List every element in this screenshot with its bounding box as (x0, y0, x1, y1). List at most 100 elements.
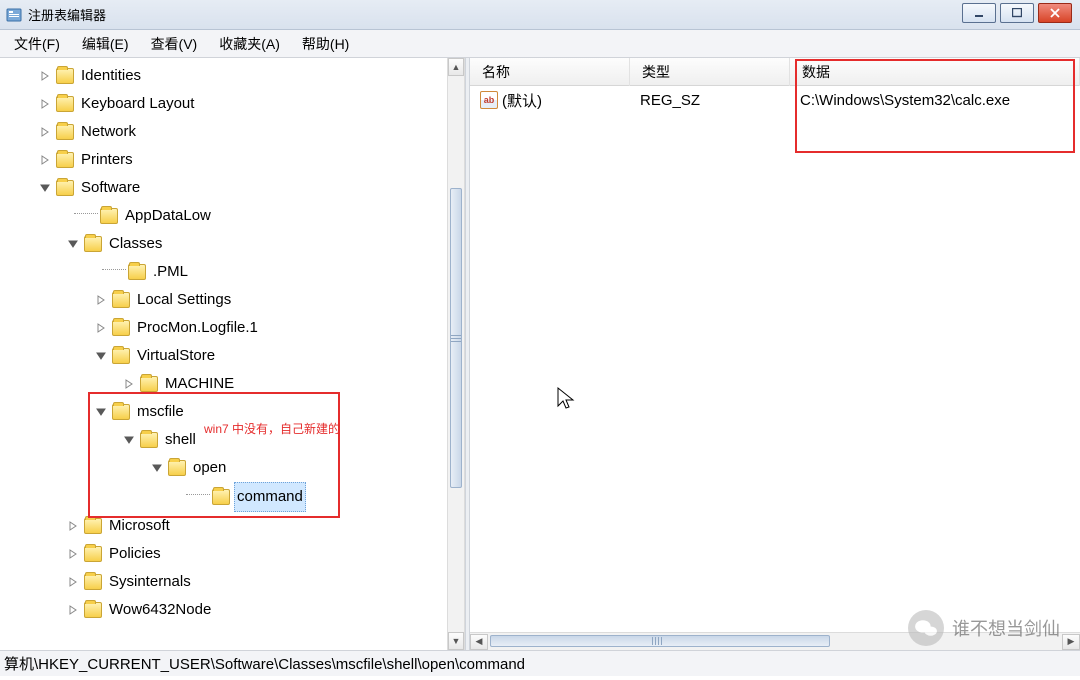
tree-connector (74, 213, 98, 214)
tree-label: open (190, 454, 229, 482)
menu-edit[interactable]: 编辑(E) (72, 31, 139, 57)
scroll-down-button[interactable]: ▼ (448, 632, 464, 650)
tree-item-sysinternals[interactable]: Sysinternals (2, 568, 465, 596)
mouse-cursor-icon (556, 386, 576, 412)
registry-tree[interactable]: Identities Keyboard Layout Network Print… (0, 58, 465, 624)
collapse-icon[interactable] (150, 461, 164, 475)
expand-icon[interactable] (66, 519, 80, 533)
folder-icon (84, 518, 102, 534)
expand-icon[interactable] (66, 575, 80, 589)
minimize-button[interactable] (962, 3, 996, 23)
expand-icon[interactable] (38, 69, 52, 83)
expand-icon[interactable] (66, 603, 80, 617)
tree-item-open[interactable]: open (2, 454, 465, 482)
expand-icon[interactable] (66, 547, 80, 561)
tree-label: Microsoft (106, 512, 173, 540)
expand-icon[interactable] (94, 321, 108, 335)
folder-icon (168, 460, 186, 476)
tree-label: Software (78, 174, 143, 202)
regedit-icon (6, 7, 22, 23)
tree-item-virtualstore[interactable]: VirtualStore (2, 342, 465, 370)
tree-vertical-scrollbar[interactable]: ▲ ▼ (447, 58, 465, 650)
tree-label: Wow6432Node (106, 596, 214, 624)
tree-label: mscfile (134, 398, 187, 426)
folder-icon (84, 602, 102, 618)
folder-icon (140, 432, 158, 448)
scroll-left-button[interactable]: ◀ (470, 634, 488, 650)
tree-item-network[interactable]: Network (2, 118, 465, 146)
list-horizontal-scrollbar[interactable]: ◀ ▶ (470, 632, 1080, 650)
tree-item-printers[interactable]: Printers (2, 146, 465, 174)
tree-label: Sysinternals (106, 568, 194, 596)
collapse-icon[interactable] (122, 433, 136, 447)
folder-icon (212, 489, 230, 505)
tree-item-mscfile[interactable]: mscfile (2, 398, 465, 426)
tree-item-localsettings[interactable]: Local Settings (2, 286, 465, 314)
tree-item-wow64[interactable]: Wow6432Node (2, 596, 465, 624)
folder-icon (56, 68, 74, 84)
collapse-icon[interactable] (94, 349, 108, 363)
titlebar: 注册表编辑器 (0, 0, 1080, 30)
col-header-data[interactable]: 数据 (790, 58, 1080, 86)
tree-label: MACHINE (162, 370, 237, 398)
folder-icon (56, 96, 74, 112)
value-type: REG_SZ (630, 92, 790, 109)
folder-icon (112, 320, 130, 336)
values-panel: 名称 类型 数据 ab (默认) REG_SZ C:\Windows\Syste… (470, 58, 1080, 650)
tree-label-selected: command (234, 482, 306, 512)
collapse-icon[interactable] (94, 405, 108, 419)
window-buttons (962, 3, 1072, 23)
tree-item-machine[interactable]: MACHINE (2, 370, 465, 398)
value-data: C:\Windows\System32\calc.exe (790, 92, 1080, 109)
tree-label: Network (78, 118, 139, 146)
tree-label: Classes (106, 230, 165, 258)
collapse-icon[interactable] (66, 237, 80, 251)
folder-icon (112, 404, 130, 420)
tree-item-policies[interactable]: Policies (2, 540, 465, 568)
tree-label: VirtualStore (134, 342, 218, 370)
string-value-icon: ab (480, 91, 498, 109)
tree-item-pml[interactable]: .PML (2, 258, 465, 286)
tree-item-procmon[interactable]: ProcMon.Logfile.1 (2, 314, 465, 342)
tree-item-shell[interactable]: shell (2, 426, 465, 454)
tree-label: Printers (78, 146, 136, 174)
folder-icon (128, 264, 146, 280)
list-header: 名称 类型 数据 (470, 58, 1080, 86)
scroll-grip-icon (652, 637, 662, 645)
tree-item-identities[interactable]: Identities (2, 62, 465, 90)
menu-help[interactable]: 帮助(H) (292, 31, 359, 57)
tree-label: Local Settings (134, 286, 234, 314)
tree-item-appdatalow[interactable]: AppDataLow (2, 202, 465, 230)
tree-item-command[interactable]: command (2, 482, 465, 512)
maximize-button[interactable] (1000, 3, 1034, 23)
list-body[interactable]: ab (默认) REG_SZ C:\Windows\System32\calc.… (470, 86, 1080, 632)
tree-label: Identities (78, 62, 144, 90)
expand-icon[interactable] (38, 97, 52, 111)
tree-item-keyboard[interactable]: Keyboard Layout (2, 90, 465, 118)
expand-icon[interactable] (38, 125, 52, 139)
tree-label: Keyboard Layout (78, 90, 197, 118)
scroll-right-button[interactable]: ▶ (1062, 634, 1080, 650)
tree-label: Policies (106, 540, 164, 568)
menu-file[interactable]: 文件(F) (4, 31, 70, 57)
tree-item-classes[interactable]: Classes (2, 230, 465, 258)
scroll-grip-icon (451, 334, 461, 342)
scroll-up-button[interactable]: ▲ (448, 58, 464, 76)
tree-label: .PML (150, 258, 191, 286)
expand-icon[interactable] (122, 377, 136, 391)
value-row-default[interactable]: ab (默认) REG_SZ C:\Windows\System32\calc.… (470, 86, 1080, 114)
folder-icon (140, 376, 158, 392)
col-header-name[interactable]: 名称 (470, 58, 630, 86)
expand-icon[interactable] (94, 293, 108, 307)
statusbar-path: 算机\HKEY_CURRENT_USER\Software\Classes\ms… (4, 653, 525, 674)
scroll-track[interactable] (488, 634, 1062, 650)
menu-fav[interactable]: 收藏夹(A) (209, 31, 290, 57)
collapse-icon[interactable] (38, 181, 52, 195)
expand-icon[interactable] (38, 153, 52, 167)
folder-icon (84, 546, 102, 562)
col-header-type[interactable]: 类型 (630, 58, 790, 86)
close-button[interactable] (1038, 3, 1072, 23)
menu-view[interactable]: 查看(V) (141, 31, 208, 57)
tree-item-software[interactable]: Software (2, 174, 465, 202)
tree-item-microsoft[interactable]: Microsoft (2, 512, 465, 540)
